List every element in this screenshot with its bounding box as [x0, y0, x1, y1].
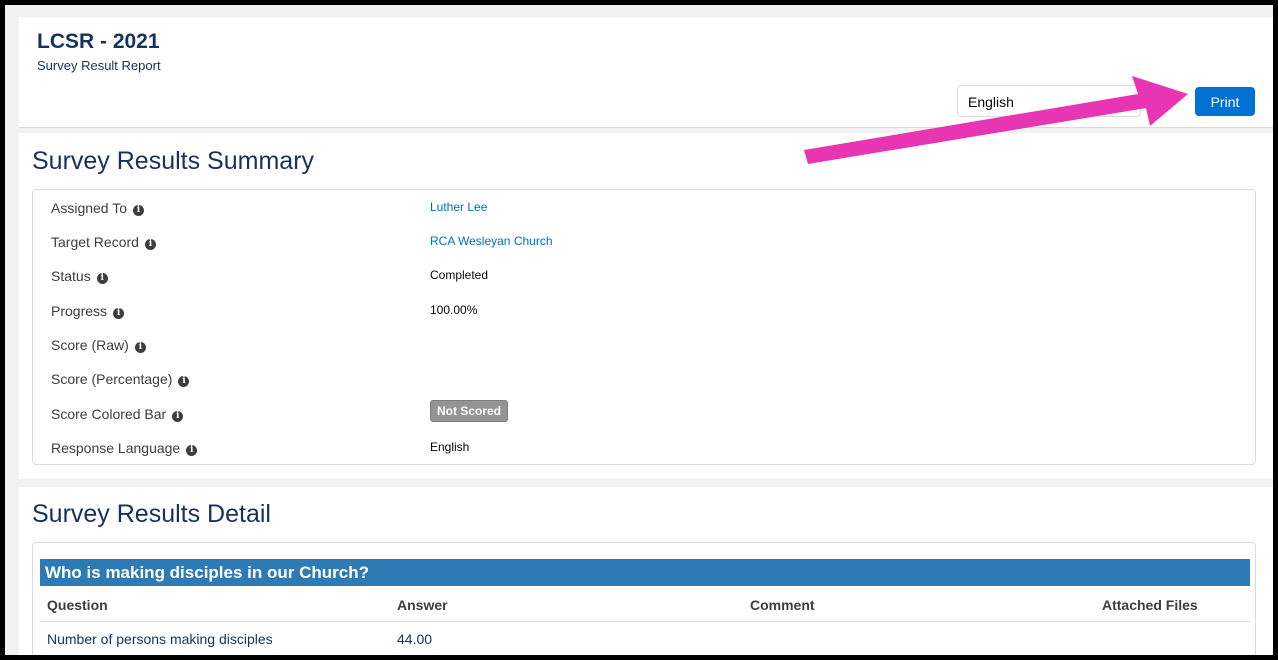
field-score-raw: Score (Raw) i: [33, 337, 1255, 367]
chevron-down-icon: [1114, 98, 1124, 104]
status-badge: Not Scored: [430, 400, 509, 422]
question-group-header: Who is making disciples in our Church?: [40, 559, 1250, 586]
page-subtitle: Survey Result Report: [37, 58, 161, 73]
print-button[interactable]: Print: [1195, 87, 1255, 116]
info-icon[interactable]: i: [96, 273, 108, 284]
info-icon[interactable]: i: [144, 239, 156, 250]
field-assigned-to: Assigned To i Luther Lee: [33, 200, 1255, 230]
info-icon[interactable]: i: [113, 308, 125, 319]
info-icon[interactable]: i: [172, 411, 184, 422]
field-label: Target Record: [51, 234, 139, 250]
field-score-percentage: Score (Percentage) i: [33, 371, 1255, 401]
column-header-answer: Answer: [397, 597, 448, 613]
field-label: Assigned To: [51, 200, 128, 216]
field-label: Score Colored Bar: [51, 406, 167, 422]
field-score-colored-bar: Score Colored Bar i Not Scored: [33, 400, 1255, 436]
page-frame: LCSR - 2021 Survey Result Report English…: [0, 0, 1278, 660]
page-title: LCSR - 2021: [37, 30, 160, 53]
survey-results-detail: Survey Results Detail Who is making disc…: [19, 487, 1273, 655]
field-label: Response Language: [51, 440, 181, 456]
column-header-question: Question: [47, 597, 108, 613]
field-label: Score (Percentage): [51, 371, 173, 387]
language-select[interactable]: English: [957, 85, 1141, 117]
detail-table: Who is making disciples in our Church? Q…: [32, 542, 1256, 655]
summary-fields: Assigned To i Luther Lee Target Record i R…: [32, 189, 1256, 465]
field-progress: Progress i 100.00%: [33, 303, 1255, 333]
table-row-answer: 44.00: [397, 631, 433, 647]
field-label: Progress: [51, 303, 108, 319]
field-label: Status: [51, 268, 91, 284]
column-header-comment: Comment: [750, 597, 815, 613]
info-icon[interactable]: i: [186, 445, 198, 456]
summary-title: Survey Results Summary: [32, 147, 315, 175]
survey-results-summary: Survey Results Summary Assigned To i Luth…: [19, 133, 1273, 479]
field-target-record: Target Record i RCA Wesleyan Church: [33, 234, 1255, 264]
detail-title: Survey Results Detail: [32, 500, 271, 528]
target-record-link[interactable]: RCA Wesleyan Church: [430, 234, 553, 248]
info-icon[interactable]: i: [178, 376, 190, 387]
column-header-attached-files: Attached Files: [1102, 597, 1198, 613]
response-language-value: English: [430, 440, 470, 454]
assigned-to-link[interactable]: Luther Lee: [430, 200, 487, 214]
info-icon[interactable]: i: [133, 205, 145, 216]
page-header: LCSR - 2021 Survey Result Report English…: [19, 17, 1273, 128]
progress-value: 100.00%: [430, 303, 478, 317]
info-icon[interactable]: i: [134, 342, 146, 353]
language-select-value: English: [968, 94, 1014, 110]
table-row-question: Number of persons making disciples: [47, 631, 273, 647]
field-response-language: Response Language i English: [33, 440, 1255, 470]
status-value: Completed: [430, 268, 489, 282]
table-divider: [40, 621, 1250, 622]
field-status: Status i Completed: [33, 268, 1255, 298]
field-label: Score (Raw): [51, 337, 129, 353]
